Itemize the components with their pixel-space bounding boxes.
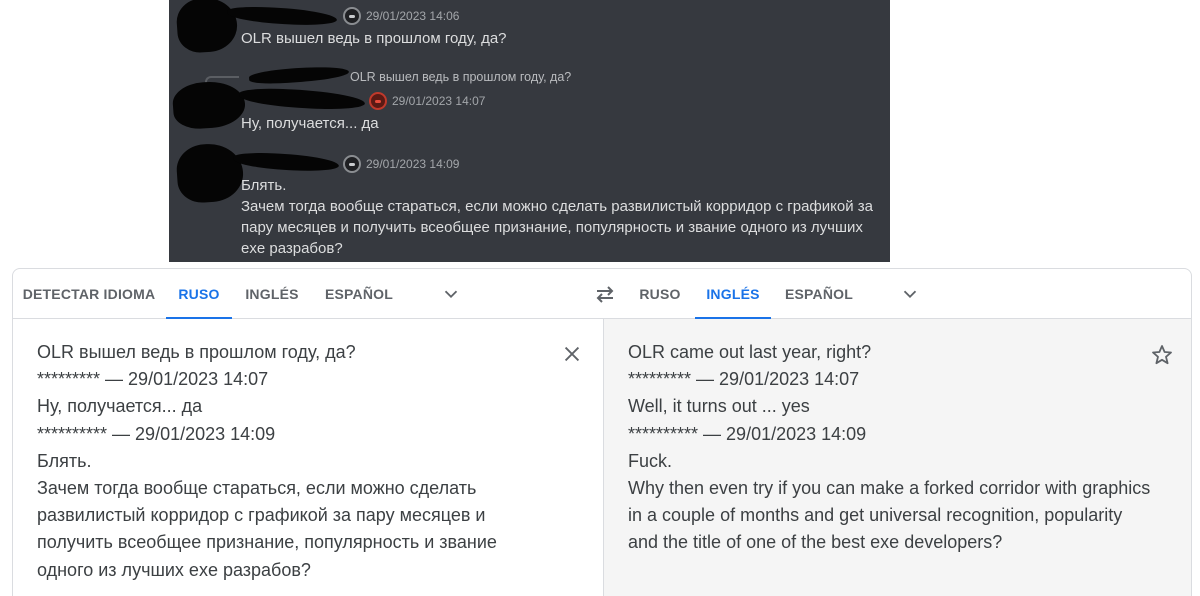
close-icon[interactable]	[561, 343, 583, 365]
swap-languages-icon[interactable]	[593, 282, 617, 306]
message-timestamp: 29/01/2023 14:06	[366, 9, 460, 23]
source-line: ********** — 29/01/2023 14:09	[37, 423, 276, 444]
source-line: Блять.	[37, 450, 92, 471]
source-line: развилистый корридор с графикой за пару …	[37, 505, 486, 526]
translation-line: Fuck.	[628, 450, 673, 471]
translation-line: Why then even try if you can make a fork…	[628, 478, 1151, 499]
role-badge-icon	[369, 92, 387, 110]
redacted-avatar-name	[171, 79, 247, 131]
message-meta: 29/01/2023 14:07	[369, 92, 485, 110]
source-line: OLR вышел ведь в прошлом году, да?	[37, 342, 356, 362]
tab-source-spanish[interactable]: ESPAÑOL	[313, 269, 405, 319]
chat-message: OLR вышел ведь в прошлом году, да? 29/01…	[169, 60, 890, 140]
tab-source-english[interactable]: INGLÉS	[237, 269, 307, 319]
message-line: Зачем тогда вообще стараться, если можно…	[241, 198, 873, 215]
translation-line: ********* — 29/01/2023 14:07	[628, 369, 860, 390]
message-line: пару месяцев и получить всеобщее признан…	[241, 219, 863, 236]
translation-line: ********** — 29/01/2023 14:09	[628, 423, 867, 444]
message-text: OLR вышел ведь в прошлом году, да?	[241, 30, 507, 47]
source-line: Зачем тогда вообще стараться, если можно…	[37, 478, 477, 499]
tab-detect-language[interactable]: DETECTAR IDIOMA	[13, 269, 165, 319]
translation-line: and the title of one of the best exe dev…	[628, 532, 1003, 553]
role-badge-icon	[343, 155, 361, 173]
redacted-avatar-name	[175, 141, 245, 205]
message-timestamp: 29/01/2023 14:07	[392, 94, 486, 108]
role-badge-icon	[343, 7, 361, 25]
message-meta: 29/01/2023 14:06	[343, 7, 459, 25]
reply-quote: OLR вышел ведь в прошлом году, да?	[350, 70, 572, 84]
tab-target-russian[interactable]: RUSO	[627, 269, 693, 319]
message-meta: 29/01/2023 14:09	[343, 155, 459, 173]
translation-line: Well, it turns out ... yes	[628, 396, 810, 417]
language-bar: DETECTAR IDIOMA RUSO INGLÉS ESPAÑOL RUSO…	[13, 269, 1191, 320]
translation-line: OLR came out last year, right?	[628, 342, 872, 362]
source-text[interactable]: OLR вышел ведь в прошлом году, да? *****…	[37, 339, 497, 584]
chevron-down-icon[interactable]	[440, 283, 462, 305]
translation-text: OLR came out last year, right? *********…	[628, 339, 1150, 557]
chat-screenshot: 29/01/2023 14:06 OLR вышел ведь в прошло…	[169, 0, 890, 262]
source-line: Ну, получается... да	[37, 396, 203, 417]
redacted-username	[232, 151, 340, 173]
source-line: одного из лучших exe разрабов?	[37, 559, 311, 580]
source-line: ********* — 29/01/2023 14:07	[37, 369, 269, 390]
tab-source-russian[interactable]: RUSO	[166, 269, 232, 320]
chat-message: 29/01/2023 14:06 OLR вышел ведь в прошло…	[169, 0, 890, 60]
chevron-down-icon[interactable]	[899, 283, 921, 305]
translator-panel: DETECTAR IDIOMA RUSO INGLÉS ESPAÑOL RUSO…	[12, 268, 1192, 596]
tab-target-spanish[interactable]: ESPAÑOL	[777, 269, 861, 319]
chat-message: 29/01/2023 14:09 Блять. Зачем тогда вооб…	[169, 140, 890, 262]
redacted-reply-username	[248, 64, 350, 86]
redacted-username	[238, 86, 366, 112]
translation-line: in a couple of months and get universal …	[628, 505, 1123, 526]
message-text: Блять. Зачем тогда вообще стараться, есл…	[241, 175, 873, 259]
message-text: Ну, получается... да	[241, 115, 379, 132]
message-line: exe разрабов?	[241, 240, 343, 257]
tab-target-english[interactable]: INGLÉS	[695, 269, 771, 320]
message-line: Блять.	[241, 177, 287, 194]
redacted-username	[226, 5, 338, 27]
message-timestamp: 29/01/2023 14:09	[366, 157, 460, 171]
source-text-area[interactable]: OLR вышел ведь в прошлом году, да? *****…	[13, 319, 603, 596]
star-icon[interactable]	[1150, 343, 1174, 367]
translation-output-area: OLR came out last year, right? *********…	[603, 319, 1191, 596]
source-line: получить всеобщее признание, популярност…	[37, 532, 497, 553]
